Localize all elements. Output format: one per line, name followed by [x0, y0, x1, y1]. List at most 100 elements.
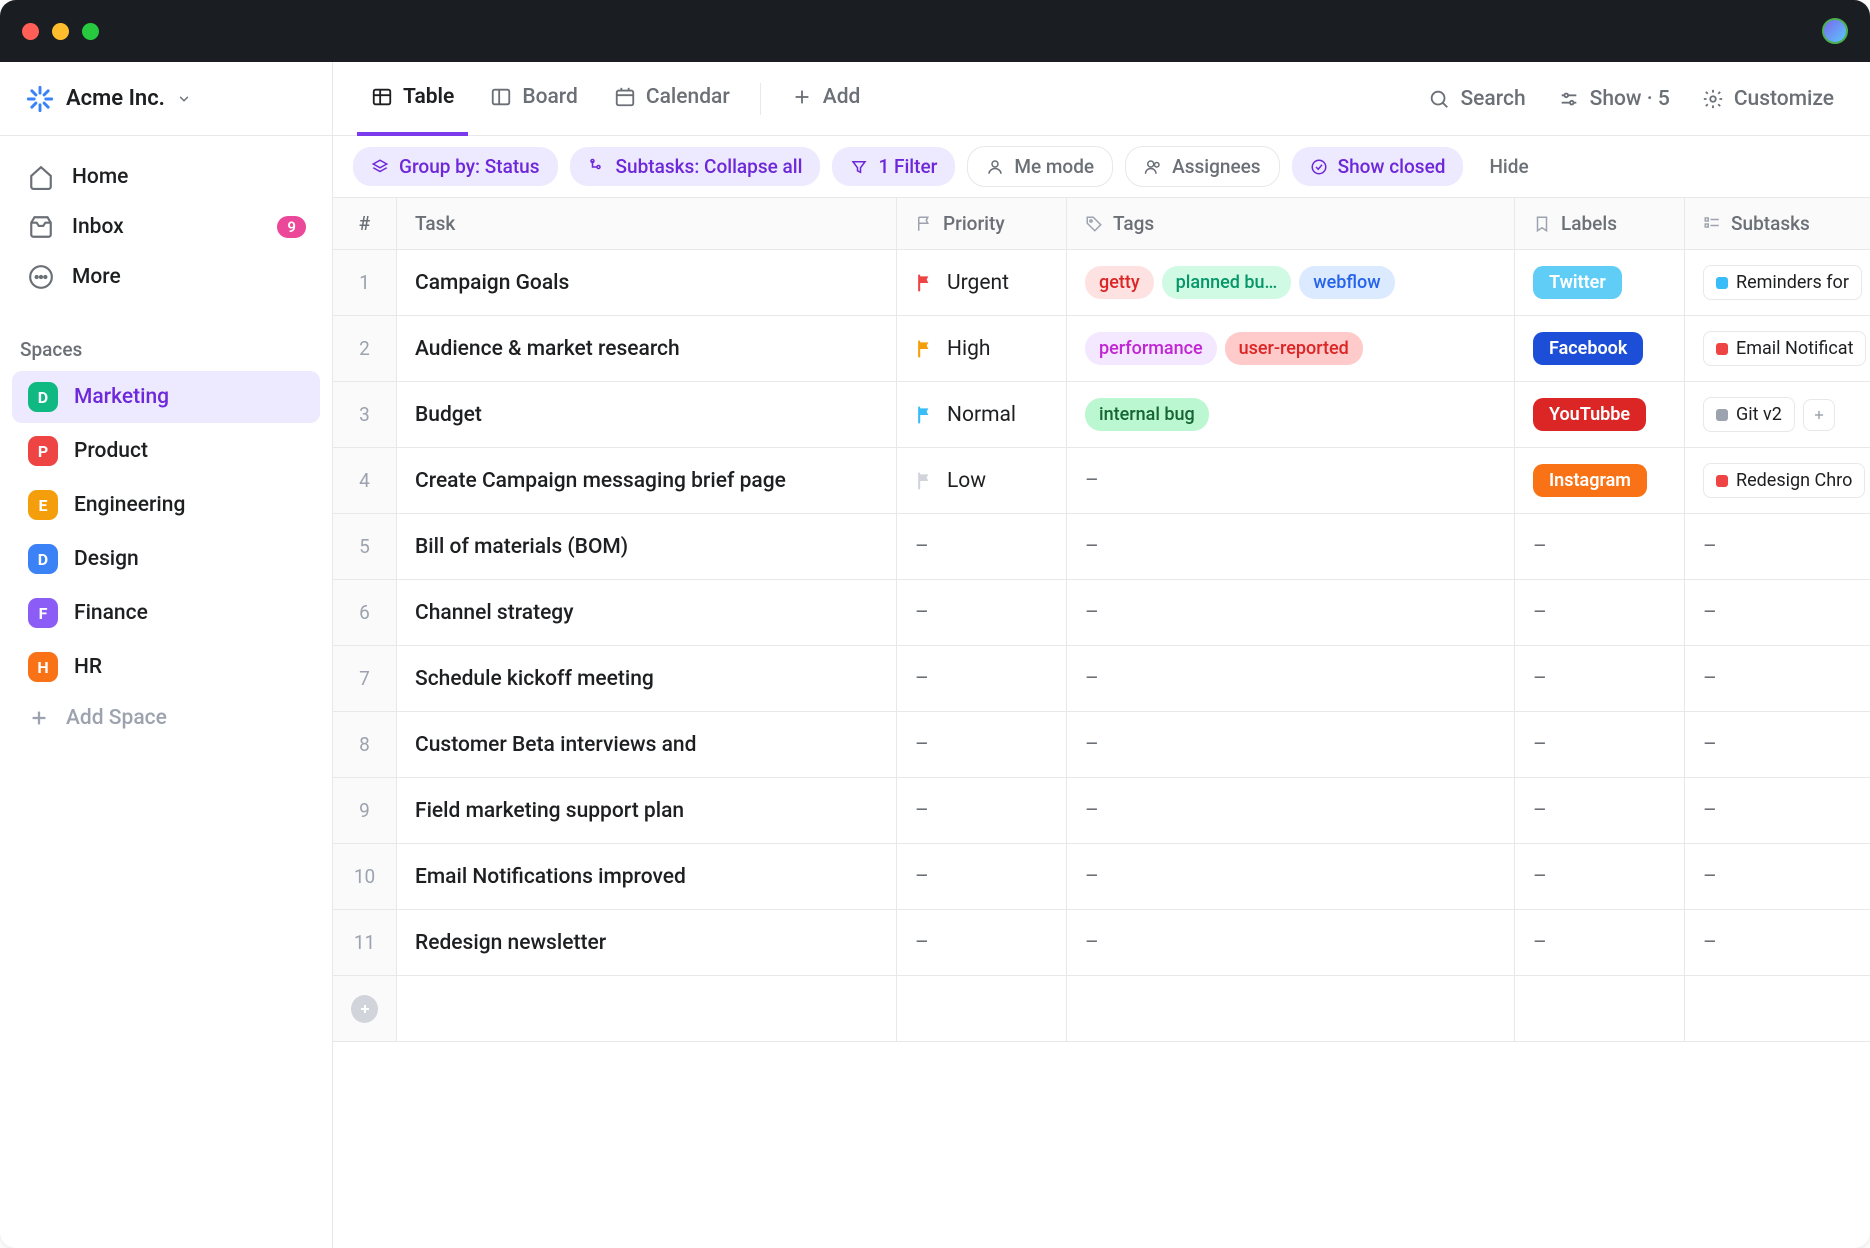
task-cell[interactable]: Customer Beta interviews and: [397, 712, 897, 778]
subtask-cell[interactable]: –: [1685, 712, 1870, 778]
show-button[interactable]: Show · 5: [1546, 79, 1682, 119]
subtask-chip[interactable]: Email Notificat: [1703, 331, 1866, 366]
tag-chip[interactable]: planned bu…: [1162, 266, 1292, 299]
sidebar-space-engineering[interactable]: EEngineering: [12, 479, 320, 531]
nav-home[interactable]: Home: [12, 152, 320, 202]
label-cell[interactable]: YouTubbe: [1515, 382, 1685, 448]
tag-chip[interactable]: webflow: [1299, 266, 1394, 299]
tags-cell[interactable]: gettyplanned bu…webflow: [1067, 250, 1515, 316]
priority-cell[interactable]: –: [897, 910, 1067, 976]
subtask-cell[interactable]: –: [1685, 646, 1870, 712]
sidebar-space-design[interactable]: DDesign: [12, 533, 320, 585]
subtask-cell[interactable]: –: [1685, 844, 1870, 910]
tab-calendar[interactable]: Calendar: [600, 62, 744, 136]
task-cell[interactable]: Redesign newsletter: [397, 910, 897, 976]
tags-cell[interactable]: –: [1067, 448, 1515, 514]
priority-cell[interactable]: –: [897, 514, 1067, 580]
tags-cell[interactable]: –: [1067, 580, 1515, 646]
close-window[interactable]: [22, 23, 39, 40]
col-priority[interactable]: Priority: [897, 198, 1067, 250]
col-subtasks[interactable]: Subtasks: [1685, 198, 1870, 250]
tags-cell[interactable]: –: [1067, 778, 1515, 844]
sidebar-space-hr[interactable]: HHR: [12, 641, 320, 693]
tab-table[interactable]: Table: [357, 62, 468, 136]
avatar[interactable]: [1822, 18, 1848, 44]
label-cell[interactable]: –: [1515, 514, 1685, 580]
subtasks-pill[interactable]: Subtasks: Collapse all: [570, 147, 821, 186]
customize-button[interactable]: Customize: [1690, 79, 1846, 119]
label-chip[interactable]: Facebook: [1533, 332, 1643, 365]
task-cell[interactable]: Email Notifications improved: [397, 844, 897, 910]
task-cell[interactable]: Campaign Goals: [397, 250, 897, 316]
assignees-pill[interactable]: Assignees: [1125, 146, 1279, 187]
priority-cell[interactable]: –: [897, 712, 1067, 778]
maximize-window[interactable]: [82, 23, 99, 40]
task-cell[interactable]: Field marketing support plan: [397, 778, 897, 844]
subtask-chip[interactable]: Redesign Chro: [1703, 463, 1865, 498]
subtask-cell[interactable]: Reminders for: [1685, 250, 1870, 316]
priority-cell[interactable]: –: [897, 778, 1067, 844]
subtask-chip[interactable]: Reminders for: [1703, 265, 1862, 300]
tags-cell[interactable]: performanceuser-reported: [1067, 316, 1515, 382]
sidebar-space-product[interactable]: PProduct: [12, 425, 320, 477]
table-scroll[interactable]: # Task Priority Tags Labels Subtasks 1Ca…: [333, 198, 1870, 1248]
col-task[interactable]: Task: [397, 198, 897, 250]
task-cell[interactable]: Channel strategy: [397, 580, 897, 646]
sidebar-space-marketing[interactable]: DMarketing: [12, 371, 320, 423]
minimize-window[interactable]: [52, 23, 69, 40]
tags-cell[interactable]: –: [1067, 844, 1515, 910]
task-cell[interactable]: Create Campaign messaging brief page: [397, 448, 897, 514]
tags-cell[interactable]: internal bug: [1067, 382, 1515, 448]
label-cell[interactable]: –: [1515, 910, 1685, 976]
col-labels[interactable]: Labels: [1515, 198, 1685, 250]
subtask-cell[interactable]: –: [1685, 910, 1870, 976]
subtask-cell[interactable]: Git v2: [1685, 382, 1870, 448]
tab-board[interactable]: Board: [476, 62, 592, 136]
hide-button[interactable]: Hide: [1475, 147, 1542, 186]
label-chip[interactable]: Instagram: [1533, 464, 1647, 497]
label-cell[interactable]: –: [1515, 580, 1685, 646]
me-mode-pill[interactable]: Me mode: [967, 146, 1113, 187]
tags-cell[interactable]: –: [1067, 712, 1515, 778]
tags-cell[interactable]: –: [1067, 514, 1515, 580]
label-cell[interactable]: Instagram: [1515, 448, 1685, 514]
group-by-pill[interactable]: Group by: Status: [353, 147, 558, 186]
label-chip[interactable]: YouTubbe: [1533, 398, 1646, 431]
label-chip[interactable]: Twitter: [1533, 266, 1622, 299]
priority-cell[interactable]: Low: [897, 448, 1067, 514]
nav-more[interactable]: More: [12, 252, 320, 302]
tag-chip[interactable]: internal bug: [1085, 398, 1209, 431]
subtask-cell[interactable]: Redesign Chro: [1685, 448, 1870, 514]
tags-cell[interactable]: –: [1067, 646, 1515, 712]
add-subtask[interactable]: [1803, 399, 1835, 431]
add-row[interactable]: [333, 976, 397, 1042]
col-tags[interactable]: Tags: [1067, 198, 1515, 250]
show-closed-pill[interactable]: Show closed: [1292, 147, 1464, 186]
task-cell[interactable]: Audience & market research: [397, 316, 897, 382]
priority-cell[interactable]: –: [897, 580, 1067, 646]
tag-chip[interactable]: user-reported: [1225, 332, 1363, 365]
label-cell[interactable]: Twitter: [1515, 250, 1685, 316]
priority-cell[interactable]: Urgent: [897, 250, 1067, 316]
subtask-cell[interactable]: –: [1685, 514, 1870, 580]
col-num[interactable]: #: [333, 198, 397, 250]
tab-add[interactable]: Add: [777, 62, 875, 136]
tags-cell[interactable]: –: [1067, 910, 1515, 976]
label-cell[interactable]: Facebook: [1515, 316, 1685, 382]
subtask-chip[interactable]: Git v2: [1703, 397, 1795, 432]
subtask-cell[interactable]: –: [1685, 580, 1870, 646]
task-cell[interactable]: Budget: [397, 382, 897, 448]
priority-cell[interactable]: High: [897, 316, 1067, 382]
label-cell[interactable]: –: [1515, 778, 1685, 844]
sidebar-space-finance[interactable]: FFinance: [12, 587, 320, 639]
tag-chip[interactable]: performance: [1085, 332, 1217, 365]
tag-chip[interactable]: getty: [1085, 266, 1154, 299]
search-button[interactable]: Search: [1416, 79, 1537, 119]
task-cell[interactable]: Schedule kickoff meeting: [397, 646, 897, 712]
add-space-button[interactable]: Add Space: [12, 695, 320, 741]
subtask-cell[interactable]: –: [1685, 778, 1870, 844]
filter-pill[interactable]: 1 Filter: [832, 147, 955, 186]
nav-inbox[interactable]: Inbox 9: [12, 202, 320, 252]
label-cell[interactable]: –: [1515, 844, 1685, 910]
priority-cell[interactable]: –: [897, 844, 1067, 910]
